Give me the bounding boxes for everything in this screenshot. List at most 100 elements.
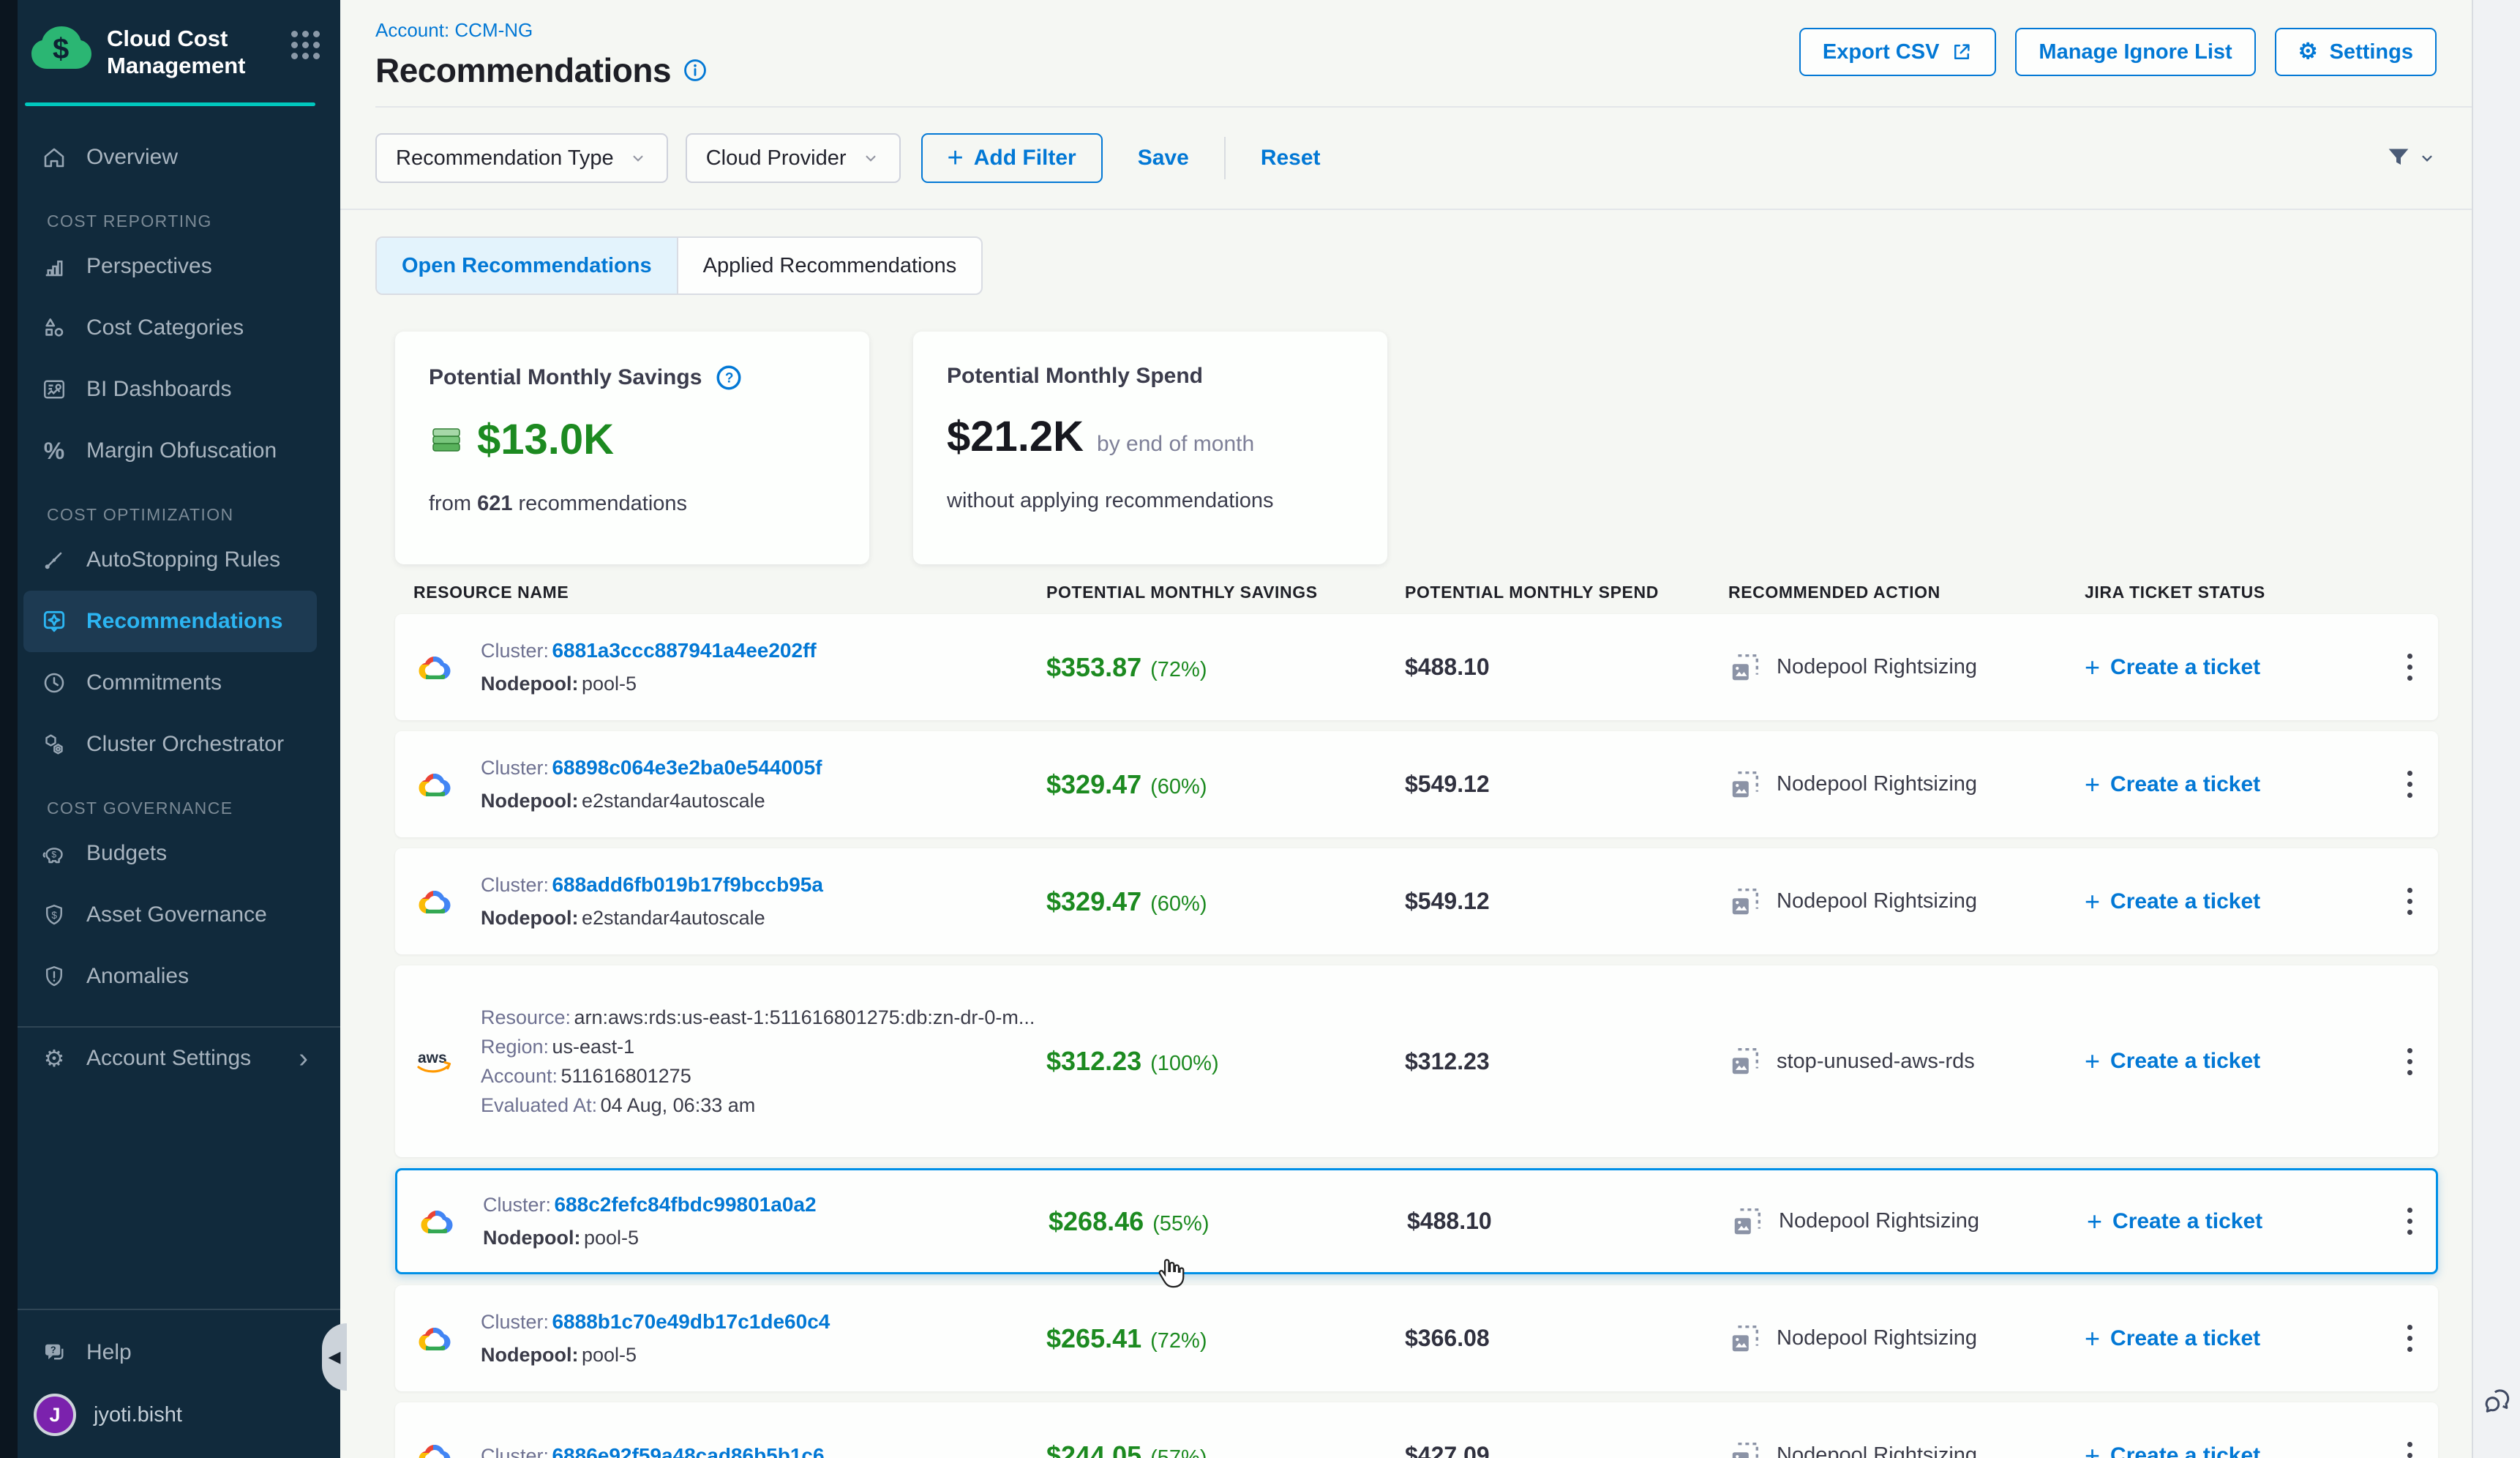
money-icon <box>429 425 464 455</box>
sidebar-item-account-settings[interactable]: ⚙ Account Settings › <box>0 1028 340 1089</box>
settings-button[interactable]: ⚙ Settings <box>2275 28 2437 76</box>
save-filter-button[interactable]: Save <box>1138 146 1189 171</box>
table-row[interactable]: Cluster: 688add6fb019b17f9bccb95a Nodepo… <box>395 848 2438 954</box>
page-header: Account: CCM-NG Recommendations Export C… <box>340 0 2472 108</box>
cluster-link[interactable]: 688add6fb019b17f9bccb95a <box>552 873 822 896</box>
piggy-bank-icon: $ <box>40 839 69 868</box>
rightsizing-icon <box>1730 1205 1764 1238</box>
table-row-selected[interactable]: Cluster: 688c2fefc84fbdc99801a0a2 Nodepo… <box>395 1168 2438 1274</box>
sidebar-item-label: AutoStopping Rules <box>86 547 280 572</box>
table-row[interactable]: Cluster: 6886e92f59a48cad86b5b1c6 $244.0… <box>395 1402 2438 1458</box>
google-cloud-icon <box>416 1204 458 1239</box>
support-chat-icon[interactable] <box>2482 1386 2514 1418</box>
sidebar-item-overview[interactable]: Overview <box>0 127 340 188</box>
reset-filter-button[interactable]: Reset <box>1261 146 1321 171</box>
sidebar-item-anomalies[interactable]: Anomalies <box>0 946 340 1007</box>
sidebar-item-label: Account Settings <box>86 1046 251 1071</box>
tab-applied-recommendations[interactable]: Applied Recommendations <box>677 238 982 294</box>
row-menu-button[interactable] <box>2400 1200 2420 1242</box>
col-potential-monthly-savings: POTENTIAL MONTHLY SAVINGS <box>1046 583 1405 602</box>
product-title: Cloud Cost Management <box>107 25 277 79</box>
sidebar-item-bi-dashboards[interactable]: BI Dashboards <box>0 359 340 420</box>
cluster-link[interactable]: 6886e92f59a48cad86b5b1c6 <box>552 1444 824 1458</box>
cluster-link[interactable]: 68898c064e3e2ba0e544005f <box>552 756 822 779</box>
table-row[interactable]: Cluster: 6881a3ccc887941a4ee202ff Nodepo… <box>395 614 2438 720</box>
filter-panel-toggle[interactable] <box>2384 143 2437 173</box>
summary-cards: Potential Monthly Savings ? $13.0K from … <box>395 332 2472 564</box>
account-breadcrumb[interactable]: Account: CCM-NG <box>375 19 533 42</box>
sidebar-item-label: BI Dashboards <box>86 377 231 402</box>
svg-text:aws: aws <box>418 1050 447 1066</box>
col-jira-ticket-status: JIRA TICKET STATUS <box>2085 583 2381 602</box>
add-filter-button[interactable]: + Add Filter <box>921 133 1103 183</box>
sidebar-item-label: Margin Obfuscation <box>86 438 277 463</box>
google-cloud-icon <box>413 650 456 685</box>
external-link-icon <box>1951 41 1973 63</box>
manage-ignore-list-button[interactable]: Manage Ignore List <box>2015 28 2255 76</box>
info-icon[interactable] <box>683 58 708 83</box>
user-profile[interactable]: J jyoti.bisht <box>0 1383 340 1458</box>
row-menu-button[interactable] <box>2400 646 2420 688</box>
sidebar-item-cluster-orchestrator[interactable]: Cluster Orchestrator <box>0 714 340 775</box>
section-cost-reporting: COST REPORTING <box>47 212 340 231</box>
create-ticket-link[interactable]: +Create a ticket <box>2085 1048 2381 1074</box>
shield-dollar-icon: $ <box>40 900 69 930</box>
rightsizing-icon <box>1728 885 1762 919</box>
home-icon <box>40 143 69 172</box>
rightsizing-icon <box>1728 1439 1762 1458</box>
table-row[interactable]: aws Resource: arn:aws:rds:us-east-1:5116… <box>395 965 2438 1157</box>
sidebar-item-autostopping-rules[interactable]: AutoStopping Rules <box>0 529 340 591</box>
sidebar-item-label: Cost Categories <box>86 315 244 340</box>
tab-open-recommendations[interactable]: Open Recommendations <box>377 238 677 294</box>
sidebar-item-recommendations[interactable]: Recommendations <box>23 591 317 652</box>
sidebar-item-commitments[interactable]: Commitments <box>0 652 340 714</box>
sidebar-item-asset-governance[interactable]: $ Asset Governance <box>0 884 340 946</box>
cloud-provider-dropdown[interactable]: Cloud Provider <box>686 133 901 183</box>
sidebar-edge <box>0 0 18 1458</box>
row-menu-button[interactable] <box>2400 1041 2420 1083</box>
svg-text:$: $ <box>51 849 56 859</box>
cluster-link[interactable]: 688c2fefc84fbdc99801a0a2 <box>554 1193 816 1216</box>
ccm-cloud-logo-icon: $ <box>31 25 92 70</box>
avatar[interactable]: J <box>34 1394 76 1436</box>
sidebar-item-budgets[interactable]: $ Budgets <box>0 823 340 884</box>
svg-text:$: $ <box>51 910 57 921</box>
gear-icon: ⚙ <box>2298 41 2318 63</box>
create-ticket-link[interactable]: +Create a ticket <box>2085 654 2381 681</box>
sidebar-item-help[interactable]: ? Help <box>0 1322 340 1383</box>
row-menu-button[interactable] <box>2400 763 2420 805</box>
cluster-link[interactable]: 6881a3ccc887941a4ee202ff <box>552 639 816 662</box>
sidebar-item-margin-obfuscation[interactable]: % Margin Obfuscation <box>0 420 340 482</box>
row-menu-button[interactable] <box>2400 1435 2420 1458</box>
create-ticket-link[interactable]: +Create a ticket <box>2085 771 2381 798</box>
google-cloud-icon <box>413 884 456 919</box>
sidebar-item-cost-categories[interactable]: Cost Categories <box>0 297 340 359</box>
create-ticket-link[interactable]: +Create a ticket <box>2085 1443 2381 1458</box>
question-icon[interactable]: ? <box>715 364 743 392</box>
section-cost-optimization: COST OPTIMIZATION <box>47 505 340 525</box>
recommendations-tabs: Open Recommendations Applied Recommendat… <box>375 236 2472 295</box>
sidebar-item-label: Overview <box>86 145 178 170</box>
create-ticket-link[interactable]: +Create a ticket <box>2085 889 2381 915</box>
recommendations-table: RESOURCE NAME POTENTIAL MONTHLY SAVINGS … <box>395 575 2438 1458</box>
table-row[interactable]: Cluster: 68898c064e3e2ba0e544005f Nodepo… <box>395 731 2438 837</box>
aws-icon: aws <box>413 1044 456 1079</box>
export-csv-button[interactable]: Export CSV <box>1799 28 1997 76</box>
chevron-down-icon <box>629 149 648 168</box>
create-ticket-link[interactable]: +Create a ticket <box>2085 1326 2381 1352</box>
sidebar-item-perspectives[interactable]: Perspectives <box>0 236 340 297</box>
row-menu-button[interactable] <box>2400 881 2420 922</box>
recommendation-type-dropdown[interactable]: Recommendation Type <box>375 133 668 183</box>
right-rail <box>2472 0 2520 1458</box>
row-menu-button[interactable] <box>2400 1317 2420 1359</box>
create-ticket-link[interactable]: +Create a ticket <box>2087 1208 2383 1235</box>
table-row[interactable]: Cluster: 6888b1c70e49db17c1de60c4 Nodepo… <box>395 1285 2438 1391</box>
spend-subtitle: without applying recommendations <box>947 489 1354 513</box>
cluster-link[interactable]: 6888b1c70e49db17c1de60c4 <box>552 1310 830 1333</box>
filter-bar: Recommendation Type Cloud Provider + Add… <box>340 108 2472 210</box>
product-logo: $ Cloud Cost Management <box>0 0 340 94</box>
app-switcher-icon[interactable] <box>291 31 320 59</box>
chevron-right-icon: › <box>299 1044 308 1072</box>
funnel-icon <box>2384 143 2413 173</box>
section-cost-governance: COST GOVERNANCE <box>47 799 340 818</box>
